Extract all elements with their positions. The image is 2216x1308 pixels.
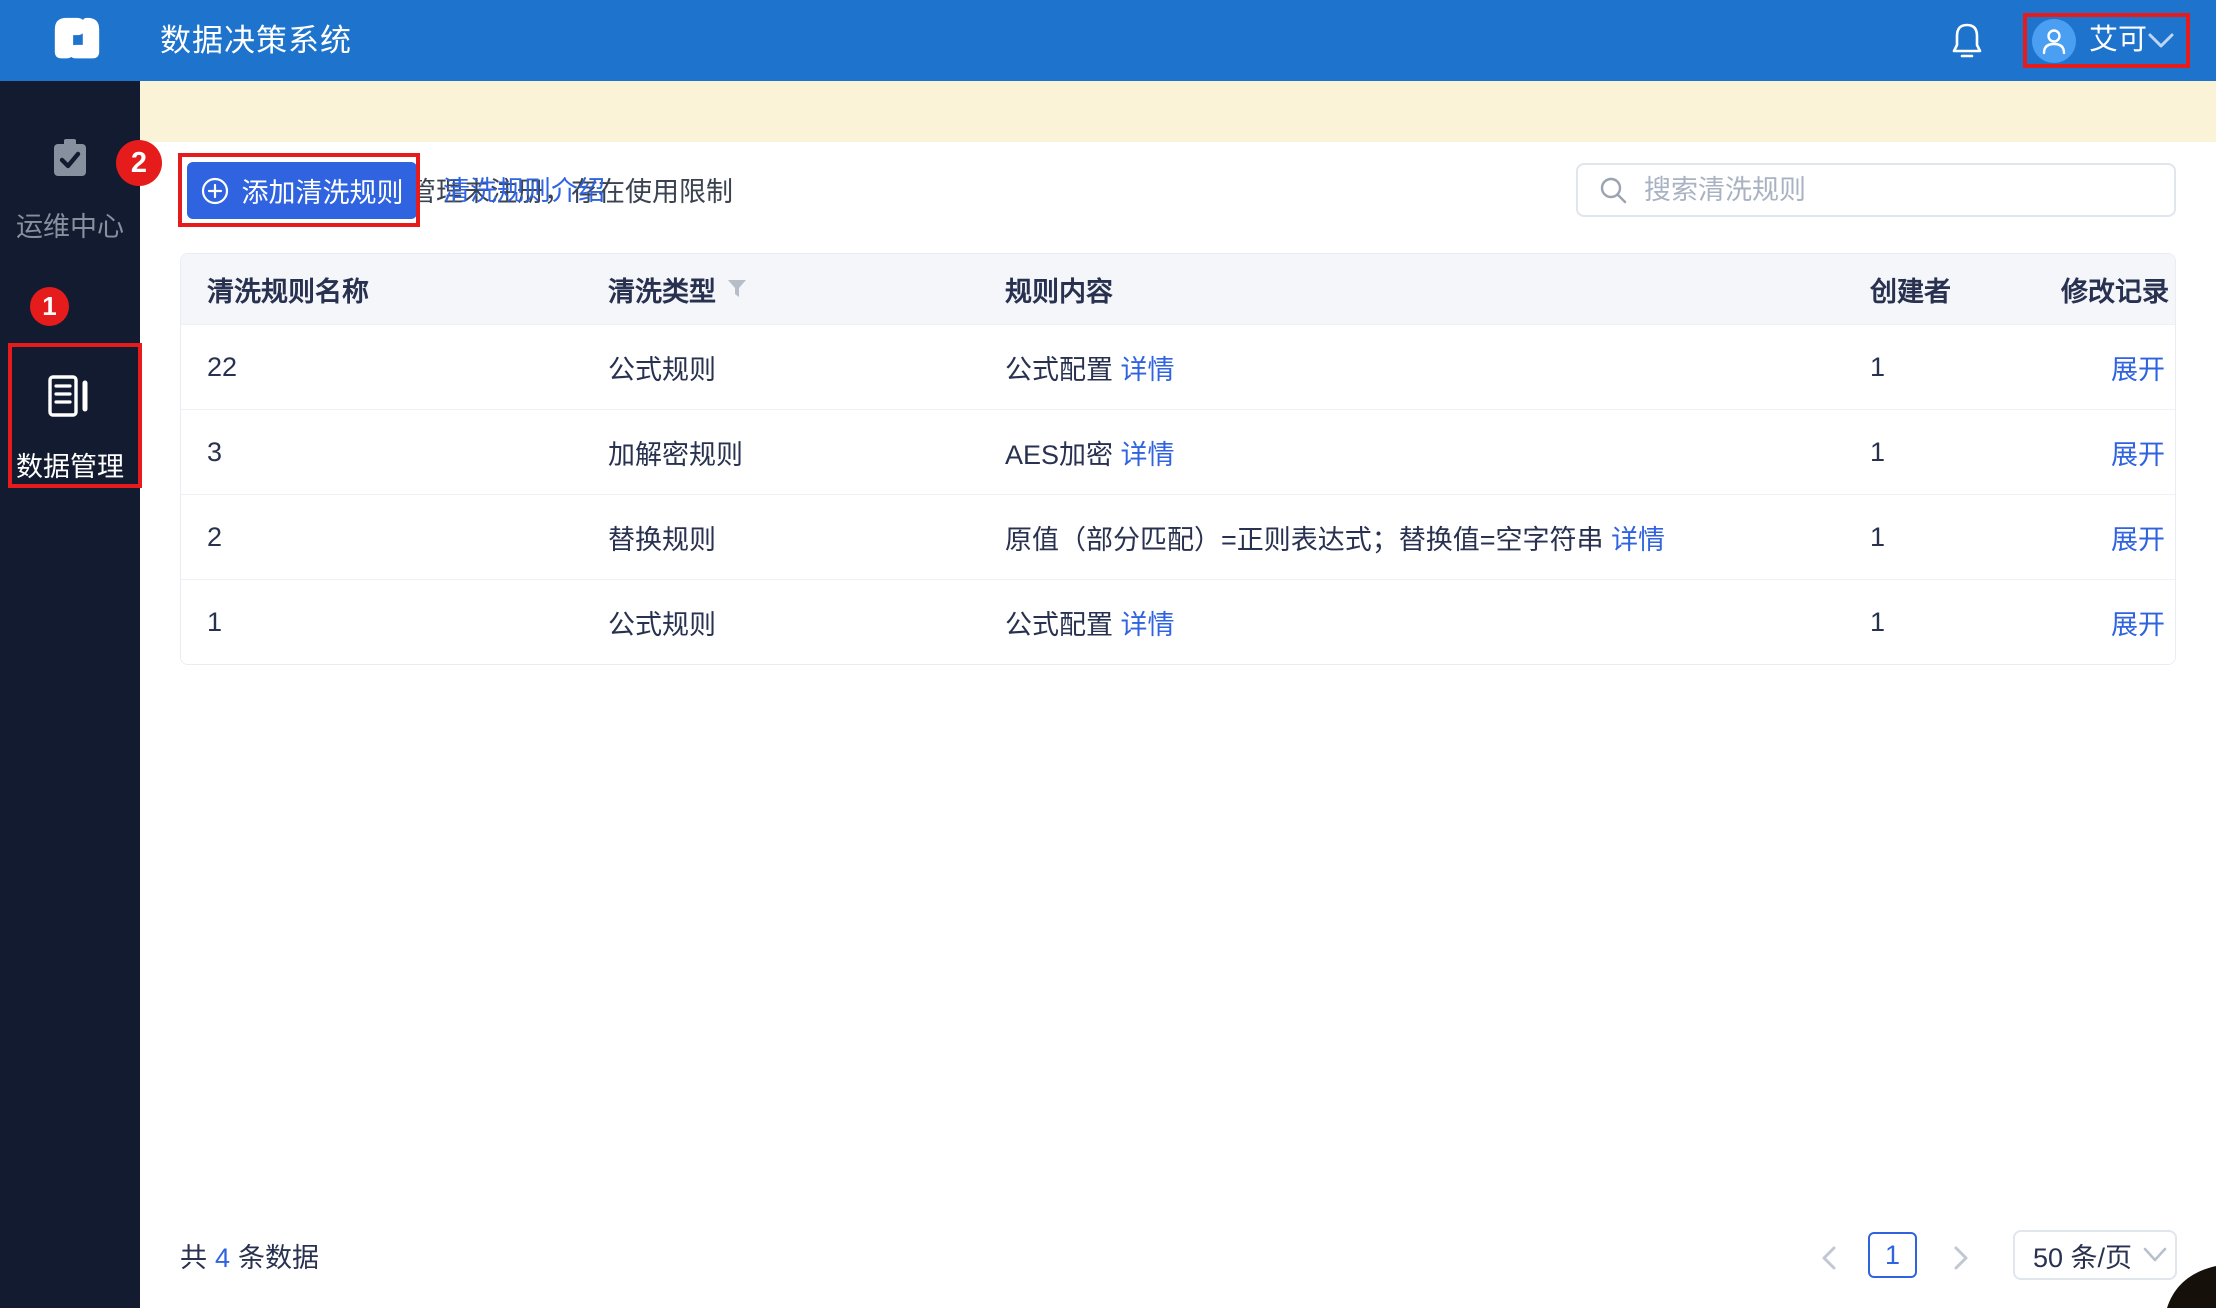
- rule-type: 替换规则: [608, 524, 716, 555]
- annotation-rect-add-button: [178, 153, 420, 227]
- col-header-type: 清洗类型: [608, 270, 1005, 309]
- rule-name: 22: [207, 351, 238, 382]
- rule-name: 3: [207, 436, 223, 467]
- expand-link[interactable]: 展开: [2111, 610, 2165, 640]
- page-size-value: 50 条/页: [2033, 1242, 2133, 1273]
- search-input[interactable]: [1642, 173, 2160, 207]
- rule-content: 公式配置 详情: [1005, 609, 1175, 640]
- rule-name: 1: [207, 606, 223, 637]
- filter-icon[interactable]: [726, 278, 748, 300]
- page-title: 数据决策系统: [160, 23, 352, 58]
- table-header-row: 清洗规则名称 清洗类型 规则内容 创建者 修改记录: [181, 254, 2175, 324]
- search-icon: [1600, 177, 1627, 204]
- cleaning-rules-table: 清洗规则名称 清洗类型 规则内容 创建者 修改记录 22 公式规则 公式配置 详…: [180, 253, 2176, 665]
- rule-creator: 1: [1870, 521, 1886, 552]
- rule-creator: 1: [1870, 606, 1886, 637]
- pagination-current-page[interactable]: 1: [1868, 1232, 1917, 1278]
- rule-creator: 1: [1870, 351, 1886, 382]
- table-row[interactable]: 3 加解密规则 AES加密 详情 1 展开: [181, 409, 2175, 494]
- app-header: 数据决策系统 艾可: [0, 0, 2216, 81]
- detail-link[interactable]: 详情: [1611, 525, 1665, 555]
- table-row[interactable]: 1 公式规则 公式配置 详情 1 展开: [181, 579, 2175, 664]
- detail-link[interactable]: 详情: [1121, 355, 1175, 385]
- col-header-creator: 创建者: [1870, 276, 1951, 307]
- table-row[interactable]: 2 替换规则 原值（部分匹配）=正则表达式；替换值=空字符串 详情 1 展开: [181, 494, 2175, 579]
- annotation-rect-user: [2023, 13, 2190, 68]
- rule-type: 公式规则: [608, 354, 716, 385]
- annotation-step-2: 2: [116, 140, 162, 186]
- sidebar-item-label: 运维中心: [16, 212, 124, 242]
- total-count-number: 4: [215, 1243, 231, 1273]
- col-header-name: 清洗规则名称: [207, 276, 369, 307]
- expand-link[interactable]: 展开: [2111, 440, 2165, 470]
- rule-creator: 1: [1870, 436, 1886, 467]
- table-row[interactable]: 22 公式规则 公式配置 详情 1 展开: [181, 324, 2175, 409]
- search-box: [1576, 163, 2176, 217]
- app-logo-icon: [54, 17, 100, 59]
- warning-banner: ! 数据管理未注册，存在使用限制: [140, 81, 2216, 208]
- col-header-content: 规则内容: [1005, 276, 1113, 307]
- rule-content: AES加密 详情: [1005, 439, 1175, 470]
- annotation-step-1: 1: [30, 287, 69, 326]
- detail-link[interactable]: 详情: [1121, 440, 1175, 470]
- col-header-history: 修改记录: [2061, 276, 2169, 307]
- clipboard-check-icon: [54, 139, 86, 176]
- rule-name: 2: [207, 521, 223, 552]
- notification-bell-icon[interactable]: [1949, 21, 1985, 59]
- detail-link[interactable]: 详情: [1121, 610, 1175, 640]
- chevron-down-icon: [2143, 1247, 2167, 1262]
- sidebar: 运维中心 数据管理: [0, 81, 140, 1308]
- app-root: { "header": { "title": "数据决策系统", "user_n…: [0, 0, 2216, 1308]
- expand-link[interactable]: 展开: [2111, 355, 2165, 385]
- rule-type: 加解密规则: [608, 439, 743, 470]
- mouse-cursor: [2167, 1266, 2216, 1308]
- total-count-text: 共 4 条数据: [180, 1243, 320, 1273]
- rule-content: 公式配置 详情: [1005, 354, 1175, 385]
- cleaning-rule-intro-link[interactable]: 清洗规则介绍: [443, 163, 605, 219]
- expand-link[interactable]: 展开: [2111, 525, 2165, 555]
- pagination-prev-icon[interactable]: [1812, 1240, 1848, 1276]
- rule-content: 原值（部分匹配）=正则表达式；替换值=空字符串 详情: [1005, 524, 1666, 555]
- pagination-next-icon[interactable]: [1942, 1240, 1978, 1276]
- rule-type: 公式规则: [608, 609, 716, 640]
- annotation-rect-data-management: [8, 343, 142, 488]
